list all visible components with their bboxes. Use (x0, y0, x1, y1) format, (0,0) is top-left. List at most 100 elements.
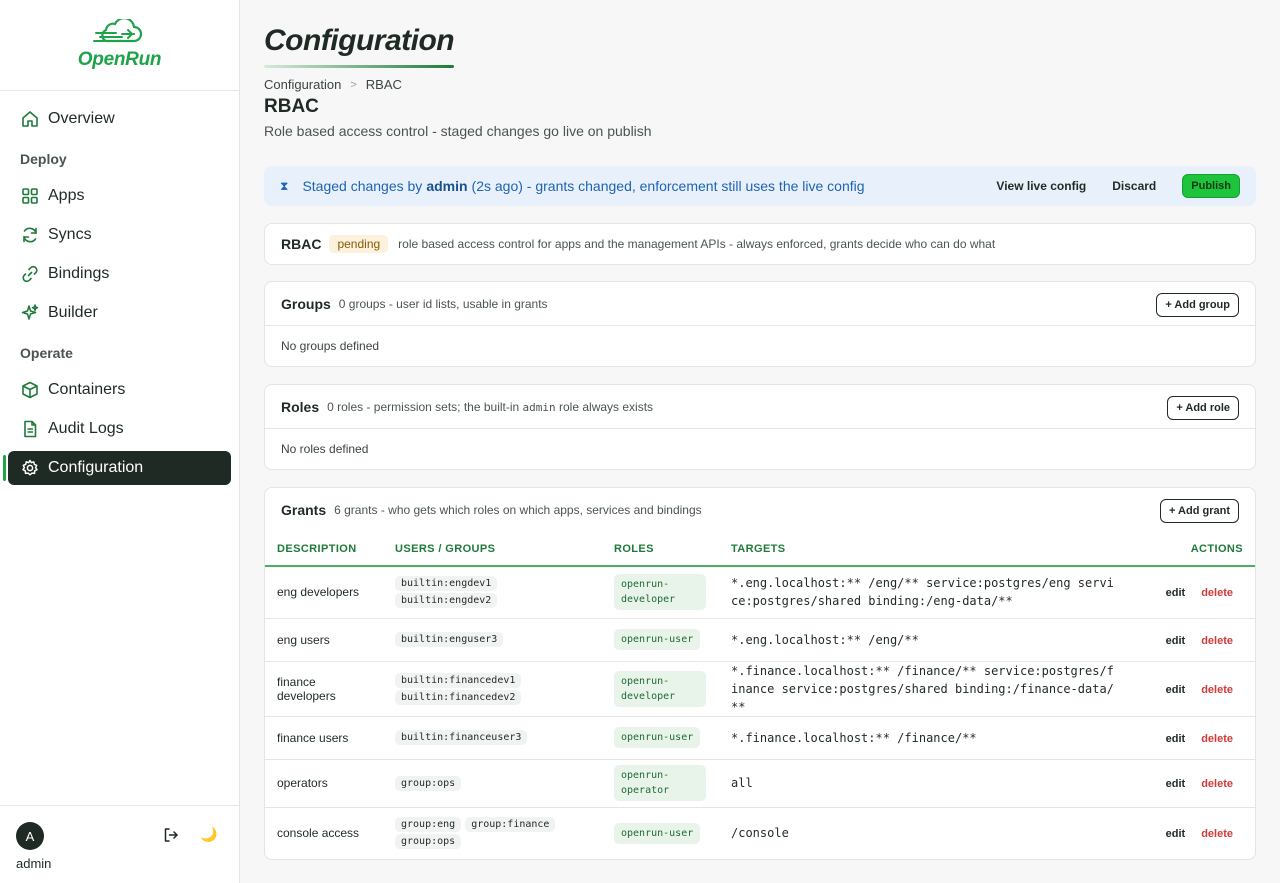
brand-logo[interactable]: OpenRun (0, 0, 239, 91)
roles-desc-pre: 0 roles - permission sets; the built-in (327, 399, 520, 414)
roles-card-title: Roles (281, 398, 320, 415)
sidebar-item-containers[interactable]: Containers (8, 373, 231, 407)
edit-button[interactable]: edit (1166, 733, 1186, 745)
groups-empty: No groups defined (281, 339, 380, 353)
rbac-card-desc: role based access control for apps and t… (398, 237, 996, 251)
grants-card-desc: 6 grants - who gets which roles on which… (334, 503, 702, 517)
publish-button[interactable]: Publish (1182, 174, 1240, 198)
sidebar-item-configuration[interactable]: Configuration (3, 451, 231, 485)
box-icon (20, 380, 40, 400)
add-grant-button[interactable]: + Add grant (1159, 499, 1239, 523)
grants-card-header: Grants 6 grants - who gets which roles o… (265, 488, 1255, 532)
add-role-button[interactable]: + Add role (1167, 396, 1239, 420)
grant-roles: openrun-developer (602, 661, 719, 717)
nav-section-operate: Operate (20, 345, 73, 361)
table-row: console access group:eng group:finance grou… (265, 807, 1255, 859)
grants-table-body: eng developers builtin:engdev1 builtin:eng… (265, 566, 1255, 859)
sidebar-item-overview[interactable]: Overview (8, 102, 231, 136)
avatar[interactable]: A (16, 822, 44, 850)
rbac-card-header: RBAC pending role based access control f… (265, 224, 1255, 264)
grants-card-title: Grants (281, 502, 327, 518)
delete-button[interactable]: delete (1201, 778, 1233, 790)
banner-user: admin (426, 178, 468, 194)
edit-button[interactable]: edit (1166, 587, 1186, 599)
grant-targets: *.eng.localhost:** /eng/** (719, 618, 1130, 662)
sidebar-item-label: Audit Logs (48, 420, 124, 437)
breadcrumb-configuration[interactable]: Configuration (264, 77, 341, 92)
col-roles: ROLES (602, 532, 719, 567)
groups-card-title: Groups (281, 295, 331, 312)
sidebar-item-audit-logs[interactable]: Audit Logs (8, 412, 231, 446)
table-header-row: DESCRIPTION USERS / GROUPS ROLES TARGETS… (265, 532, 1255, 567)
edit-button[interactable]: edit (1166, 778, 1186, 790)
grant-actions: edit delete (1130, 566, 1255, 619)
edit-button[interactable]: edit (1166, 635, 1186, 647)
grant-roles: openrun-user (602, 618, 719, 662)
user-group-pill: group:ops (395, 775, 462, 791)
grant-actions: edit delete (1130, 807, 1255, 859)
delete-button[interactable]: delete (1201, 828, 1233, 840)
view-live-config-button[interactable]: View live config (996, 179, 1086, 193)
role-pill: openrun-developer (614, 574, 706, 611)
nav-section-deploy: Deploy (20, 151, 67, 167)
grant-roles: openrun-user (602, 716, 719, 760)
user-group-pill: builtin:engdev2 (395, 593, 498, 609)
table-row: eng users builtin:enguser3 openrun-user *.e… (265, 618, 1255, 662)
grant-targets: all (719, 759, 1130, 808)
grant-description: finance users (265, 716, 383, 760)
grant-actions: edit delete (1130, 759, 1255, 808)
delete-button[interactable]: delete (1201, 733, 1233, 745)
grant-description: eng developers (265, 566, 383, 619)
user-group-pill: group:ops (395, 834, 462, 850)
table-row: operators group:ops openrun-operator all edi… (265, 759, 1255, 808)
groups-card-desc: 0 groups - user id lists, usable in gran… (338, 296, 548, 311)
sidebar-item-label: Containers (48, 381, 126, 398)
grant-description: eng users (265, 618, 383, 662)
grant-users: builtin:engdev1 builtin:engdev2 (383, 566, 602, 619)
grid-icon (20, 186, 40, 206)
sidebar-item-builder[interactable]: Builder (8, 296, 231, 330)
user-group-pill: builtin:financedev1 (395, 672, 522, 688)
home-icon (20, 109, 40, 129)
grants-card: Grants 6 grants - who gets which roles o… (264, 487, 1256, 860)
edit-button[interactable]: edit (1166, 828, 1186, 840)
role-pill: openrun-user (614, 727, 701, 748)
roles-empty: No roles defined (281, 442, 369, 456)
groups-card: Groups 0 groups - user id lists, usable … (264, 281, 1256, 367)
sidebar-item-label: Syncs (48, 226, 92, 243)
col-targets: TARGETS (719, 532, 1130, 567)
grant-roles: openrun-operator (602, 759, 719, 808)
sidebar: OpenRun Overview Deploy Apps Syncs Bindi… (0, 0, 240, 883)
user-group-pill: builtin:enguser3 (395, 632, 504, 647)
user-group-pill: group:eng (395, 817, 462, 833)
grant-targets: *.eng.localhost:** /eng/** service:postg… (719, 566, 1130, 619)
grant-users: group:eng group:finance group:ops (383, 807, 602, 859)
delete-button[interactable]: delete (1201, 684, 1233, 696)
delete-button[interactable]: delete (1201, 635, 1233, 647)
grant-description: console access (277, 826, 360, 841)
sparkles-icon (20, 303, 40, 323)
discard-button[interactable]: Discard (1112, 179, 1156, 193)
section-title: RBAC (264, 96, 319, 117)
sidebar-item-bindings[interactable]: Bindings (8, 257, 231, 291)
roles-desc-code: admin (522, 400, 556, 414)
grant-users: builtin:financeuser3 (383, 716, 602, 760)
link-icon (20, 264, 40, 284)
breadcrumb: Configuration > RBAC (264, 77, 402, 92)
edit-button[interactable]: edit (1166, 684, 1186, 696)
gear-icon (20, 458, 40, 478)
page-title: Configuration (264, 24, 455, 57)
logout-icon[interactable] (162, 826, 180, 844)
chevron-right-icon: > (350, 78, 357, 91)
delete-button[interactable]: delete (1201, 587, 1233, 599)
grant-users: group:ops (383, 759, 602, 808)
banner-actions: View live config Discard Publish (996, 174, 1240, 198)
sidebar-item-label: Builder (48, 304, 98, 321)
roles-card-desc: 0 roles - permission sets; the built-in … (327, 400, 653, 414)
dark-mode-icon[interactable]: 🌙 (200, 826, 217, 843)
sidebar-item-apps[interactable]: Apps (8, 179, 231, 213)
table-row: eng developers builtin:engdev1 builtin:eng… (265, 566, 1255, 619)
sidebar-item-syncs[interactable]: Syncs (8, 218, 231, 252)
add-group-button[interactable]: + Add group (1156, 293, 1239, 317)
refresh-icon (20, 225, 40, 245)
